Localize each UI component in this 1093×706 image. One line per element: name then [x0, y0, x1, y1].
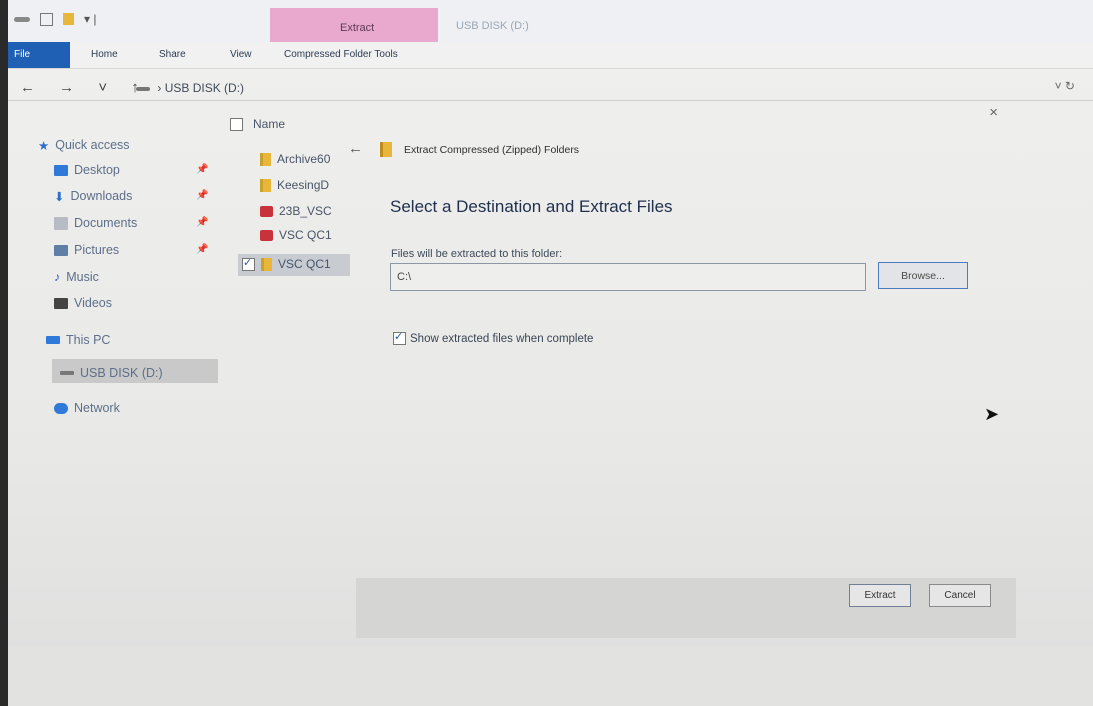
zip-folder-icon: [260, 178, 271, 192]
zip-folder-icon: [260, 152, 271, 166]
browse-button[interactable]: Browse...: [878, 262, 968, 289]
file-name: VSC QC1: [278, 257, 331, 271]
select-all-checkbox[interactable]: [230, 117, 243, 131]
list-item[interactable]: VSC QC1: [260, 228, 332, 242]
tab-file[interactable]: File: [8, 42, 70, 68]
pictures-icon: [54, 244, 68, 256]
destination-path-input[interactable]: [391, 264, 865, 290]
drive-icon[interactable]: [14, 16, 30, 22]
nav-network[interactable]: Network: [54, 398, 120, 418]
nav-arrows[interactable]: ← → ˅ ↑: [20, 79, 149, 96]
pin-icon[interactable]: 📌: [196, 164, 208, 175]
music-icon: ♪: [54, 270, 61, 284]
nav-label: Pictures: [74, 243, 120, 257]
mouse-cursor-icon: ➤: [984, 404, 1000, 424]
cancel-button[interactable]: Cancel: [929, 584, 991, 607]
new-folder-icon[interactable]: [63, 13, 74, 25]
breadcrumb-usb[interactable]: USB DISK (D:): [165, 81, 244, 95]
pin-icon[interactable]: 📌: [196, 217, 208, 228]
quick-access-toolbar: ▾ |: [14, 12, 96, 26]
nav-music[interactable]: ♪ Music: [54, 267, 99, 287]
dialog-footer: [356, 578, 1016, 638]
properties-icon[interactable]: [40, 12, 53, 26]
nav-usb-disk[interactable]: USB DISK (D:): [60, 363, 163, 383]
show-files-label: Show extracted files when complete: [410, 332, 594, 345]
desktop-icon: [54, 164, 68, 176]
download-icon: ⬇: [54, 189, 65, 204]
nav-label: Downloads: [70, 189, 133, 203]
nav-pictures[interactable]: Pictures: [54, 240, 119, 260]
nav-label: Desktop: [74, 163, 120, 177]
extract-dialog: × ← Extract Compressed (Zipped) Folders …: [348, 100, 1038, 640]
pin-icon[interactable]: 📌: [196, 244, 208, 255]
address-bar: ← → ˅ ↑ › USB DISK (D:) ˅ ↻: [8, 75, 1093, 101]
file-name: 23B_VSC: [279, 204, 332, 218]
context-tab-extract[interactable]: Extract: [270, 8, 438, 42]
customize-toolbar-icon[interactable]: ▾ |: [84, 12, 96, 26]
breadcrumb[interactable]: › USB DISK (D:): [136, 81, 244, 95]
bottom-area: [8, 646, 1093, 706]
row-checkbox[interactable]: [242, 256, 255, 271]
window-title: USB DISK (D:): [456, 20, 529, 32]
nav-desktop[interactable]: Desktop: [54, 160, 120, 180]
nav-label: Music: [66, 270, 99, 284]
archive-file-icon: [260, 229, 273, 241]
close-icon[interactable]: ×: [989, 104, 998, 121]
tab-share[interactable]: Share: [159, 42, 186, 68]
nav-quick-access[interactable]: ★ Quick access: [38, 135, 130, 155]
ribbon-tabs: File Home Share View Compressed Folder T…: [8, 42, 1093, 69]
computer-icon: [46, 336, 60, 344]
back-arrow-icon[interactable]: ←: [348, 140, 363, 157]
zip-folder-icon: [380, 142, 392, 157]
nav-videos[interactable]: Videos: [54, 293, 112, 313]
nav-label: Quick access: [55, 138, 130, 152]
dialog-title: Extract Compressed (Zipped) Folders: [404, 144, 580, 156]
archive-file-icon: [260, 205, 273, 217]
show-files-checkbox[interactable]: [393, 330, 406, 345]
file-name: VSC QC1: [279, 228, 332, 242]
destination-path-field[interactable]: [390, 263, 866, 291]
nav-label: Documents: [74, 216, 138, 230]
title-bar: ▾ | Extract USB DISK (D:): [8, 0, 1093, 42]
path-label: Files will be extracted to this folder:: [391, 248, 563, 260]
dialog-heading: Select a Destination and Extract Files: [390, 197, 673, 216]
list-item[interactable]: Archive60: [260, 152, 330, 166]
documents-icon: [54, 216, 68, 230]
tab-view[interactable]: View: [230, 42, 252, 68]
list-item[interactable]: 23B_VSC: [260, 204, 332, 218]
column-header-name[interactable]: Name: [230, 117, 285, 131]
pin-icon[interactable]: 📌: [196, 190, 208, 201]
usb-drive-icon: [60, 371, 74, 375]
drive-icon: [136, 86, 150, 91]
screen: ▾ | Extract USB DISK (D:) File Home Shar…: [8, 0, 1093, 706]
list-item-selected[interactable]: VSC QC1: [242, 256, 331, 271]
refresh-icon[interactable]: ˅ ↻: [1055, 79, 1075, 93]
nav-this-pc[interactable]: This PC: [46, 330, 110, 350]
nav-downloads[interactable]: ⬇ Downloads: [54, 186, 132, 206]
show-files-option[interactable]: Show extracted files when complete: [393, 330, 594, 345]
file-name: KeesingD: [277, 178, 330, 192]
nav-label: This PC: [66, 333, 111, 347]
list-item[interactable]: KeesingD: [260, 178, 329, 192]
file-name: Archive60: [277, 152, 331, 166]
tab-compressed-folder-tools[interactable]: Compressed Folder Tools: [284, 42, 398, 68]
column-label: Name: [253, 117, 286, 131]
nav-label: USB DISK (D:): [80, 366, 163, 380]
chevron-right-icon: ›: [157, 81, 162, 95]
nav-label: Videos: [74, 296, 112, 310]
network-icon: [54, 402, 68, 414]
context-tab-label: Extract: [340, 22, 375, 34]
extract-button[interactable]: Extract: [849, 584, 911, 607]
tab-home[interactable]: Home: [91, 42, 118, 68]
zip-folder-icon: [261, 257, 272, 271]
nav-documents[interactable]: Documents: [54, 213, 137, 233]
videos-icon: [54, 297, 68, 309]
star-icon: ★: [38, 138, 50, 153]
nav-label: Network: [74, 401, 120, 415]
